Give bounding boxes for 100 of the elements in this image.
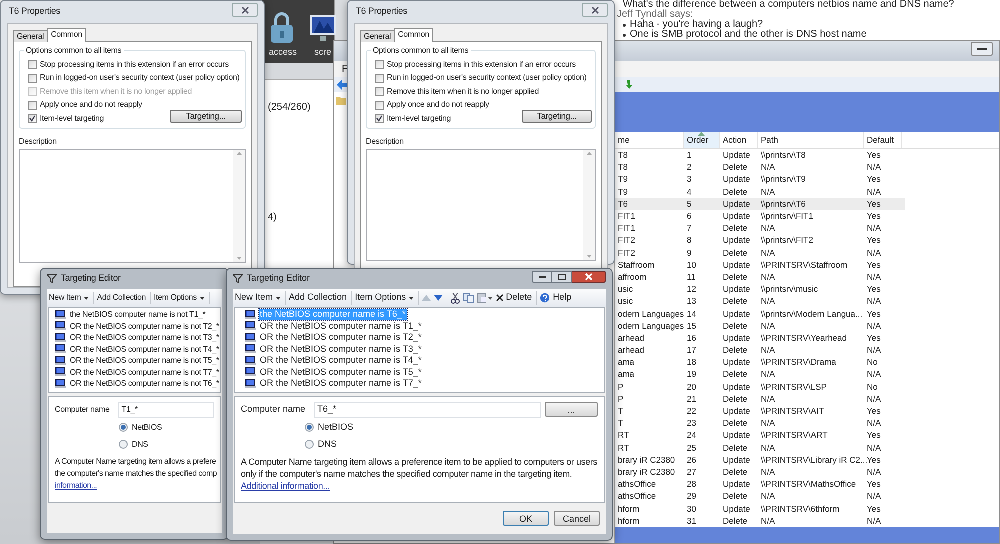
computer-icon [55,367,66,378]
table-cell-text: 1 [686,149,693,162]
toolbar-button[interactable]: New Item [235,291,286,305]
list-item[interactable]: OR the NetBIOS computer name is not T3_* [69,332,220,344]
minimize-button[interactable] [971,42,993,56]
close-button[interactable] [232,3,258,17]
bullet-icon [623,34,626,36]
scroll-up-icon [586,152,592,156]
scrollbar[interactable] [233,150,245,262]
table-row[interactable]: T6 5 Update \\printsrv\T6 Yes [615,198,905,210]
dialog-button[interactable]: OK [503,511,549,526]
tab[interactable]: General [13,30,48,42]
table-cell-text: RT [617,429,630,442]
checkbox[interactable] [28,100,37,110]
table-cell-text: N/A [866,514,882,527]
toolbar-button[interactable]: Item Options [154,292,210,304]
computer-icon [245,332,256,343]
description-field[interactable] [366,149,596,262]
dialog-button[interactable]: Cancel [554,511,600,526]
list-item[interactable]: OR the NetBIOS computer name is not T2_* [69,320,220,332]
column-header[interactable]: Default [864,132,902,148]
help-link[interactable]: Additional information... [241,481,330,491]
list-item[interactable]: the NetBIOS computer name is not T1_* [69,309,207,320]
list-item[interactable]: OR the NetBIOS computer name is T7_* [259,378,423,390]
table-cell-text: 25 [686,442,698,454]
list-item[interactable]: OR the NetBIOS computer name is not T4_* [69,344,220,355]
maximize-button[interactable] [552,271,572,283]
table-cell-text: Update [722,429,752,442]
check-icon [29,115,36,122]
description-field[interactable] [19,149,246,264]
targeting-button[interactable]: Targeting... [522,110,592,124]
checkbox[interactable] [28,60,37,69]
table-cell-text: Delete [722,186,749,198]
up-arrow-icon [422,295,432,301]
tab[interactable]: Common [47,28,86,42]
table-cell-text: \\PRINTSRV\Yearhead [760,332,848,344]
table-cell-text: Update [722,149,752,162]
checkbox-label: Remove this item when it is no longer applied [40,86,192,98]
checkbox[interactable] [28,74,37,83]
tab[interactable]: Common [394,28,434,42]
help-link[interactable]: information... [55,480,98,492]
table-cell-text: Yes [866,173,882,186]
field-label: Description [366,136,405,148]
paste-icon [477,293,494,303]
help-button[interactable]: Help [540,291,572,305]
list-item[interactable]: OR the NetBIOS computer name is T2_* [259,332,423,344]
tab[interactable]: General [360,30,396,42]
toolbar-button[interactable]: New Item [49,292,94,304]
table-cell-text: Update [722,454,752,466]
radio-button[interactable] [119,423,128,432]
input-field[interactable]: T6_* [314,402,541,418]
checkbox[interactable] [375,60,384,69]
minimize-button[interactable] [532,271,552,283]
targeting-button[interactable]: Targeting... [170,110,242,124]
radio-button[interactable] [119,440,128,449]
table-cell-text: FIT1 [617,210,636,222]
list-item[interactable]: OR the NetBIOS computer name is not T6_* [69,378,220,390]
radio-button[interactable] [305,423,314,432]
table-cell-text: N/A [866,161,882,174]
radio-button[interactable] [305,440,314,449]
table-cell-text: 3 [686,173,693,186]
checkbox[interactable] [375,100,384,110]
close-button[interactable] [572,271,606,283]
filter-icon [47,274,57,284]
table-cell-text: No [866,380,879,393]
checkbox[interactable] [375,74,384,83]
checkbox-label: Stop processing items in this extension if an error occurs [40,58,229,70]
column-header[interactable]: Path [758,132,864,148]
list-item[interactable]: OR the NetBIOS computer name is T5_* [259,366,423,378]
column-header[interactable]: Action [720,132,758,148]
checkbox[interactable] [28,114,37,124]
input-field[interactable]: T1_* [118,402,214,418]
list-item[interactable]: OR the NetBIOS computer name is T4_* [259,355,423,366]
table-cell-text: 22 [686,405,698,418]
computer-icon [55,344,66,354]
table-cell-text: N/A [760,368,776,380]
list-item[interactable]: OR the NetBIOS computer name is not T7_* [69,366,220,378]
toolbar-button[interactable]: Item Options [355,291,420,305]
table-cell-text: 23 [686,417,698,430]
list-item[interactable]: OR the NetBIOS computer name is not T5_* [69,355,220,366]
field-label: Description [19,136,58,148]
copy-icon [463,293,474,303]
browse-button[interactable]: ... [544,402,598,417]
scrollbar[interactable] [583,150,595,260]
down-arrow-icon [625,79,634,90]
chat-message: One is SMB protocol and the other is DNS host name [630,30,867,40]
table-cell-text: \\printsrv\FIT1 [760,210,814,222]
close-button[interactable] [582,3,608,17]
table-cell-text: Delete [722,344,749,356]
table-cell-text: \\PRINTSRV\ART [760,429,829,442]
list-item[interactable]: OR the NetBIOS computer name is T1_* [259,320,423,332]
list-item[interactable]: OR the NetBIOS computer name is T3_* [259,344,423,355]
toolbar-button[interactable]: Add Collection [97,292,151,304]
delete-button[interactable]: Delete [496,291,538,305]
window-title: T6 Properties [355,5,408,18]
toolbar-button[interactable]: Add Collection [289,291,352,305]
column-header[interactable]: Order [684,132,720,148]
checkbox[interactable] [375,87,384,96]
checkbox[interactable] [375,114,384,124]
computer-icon [245,344,256,354]
